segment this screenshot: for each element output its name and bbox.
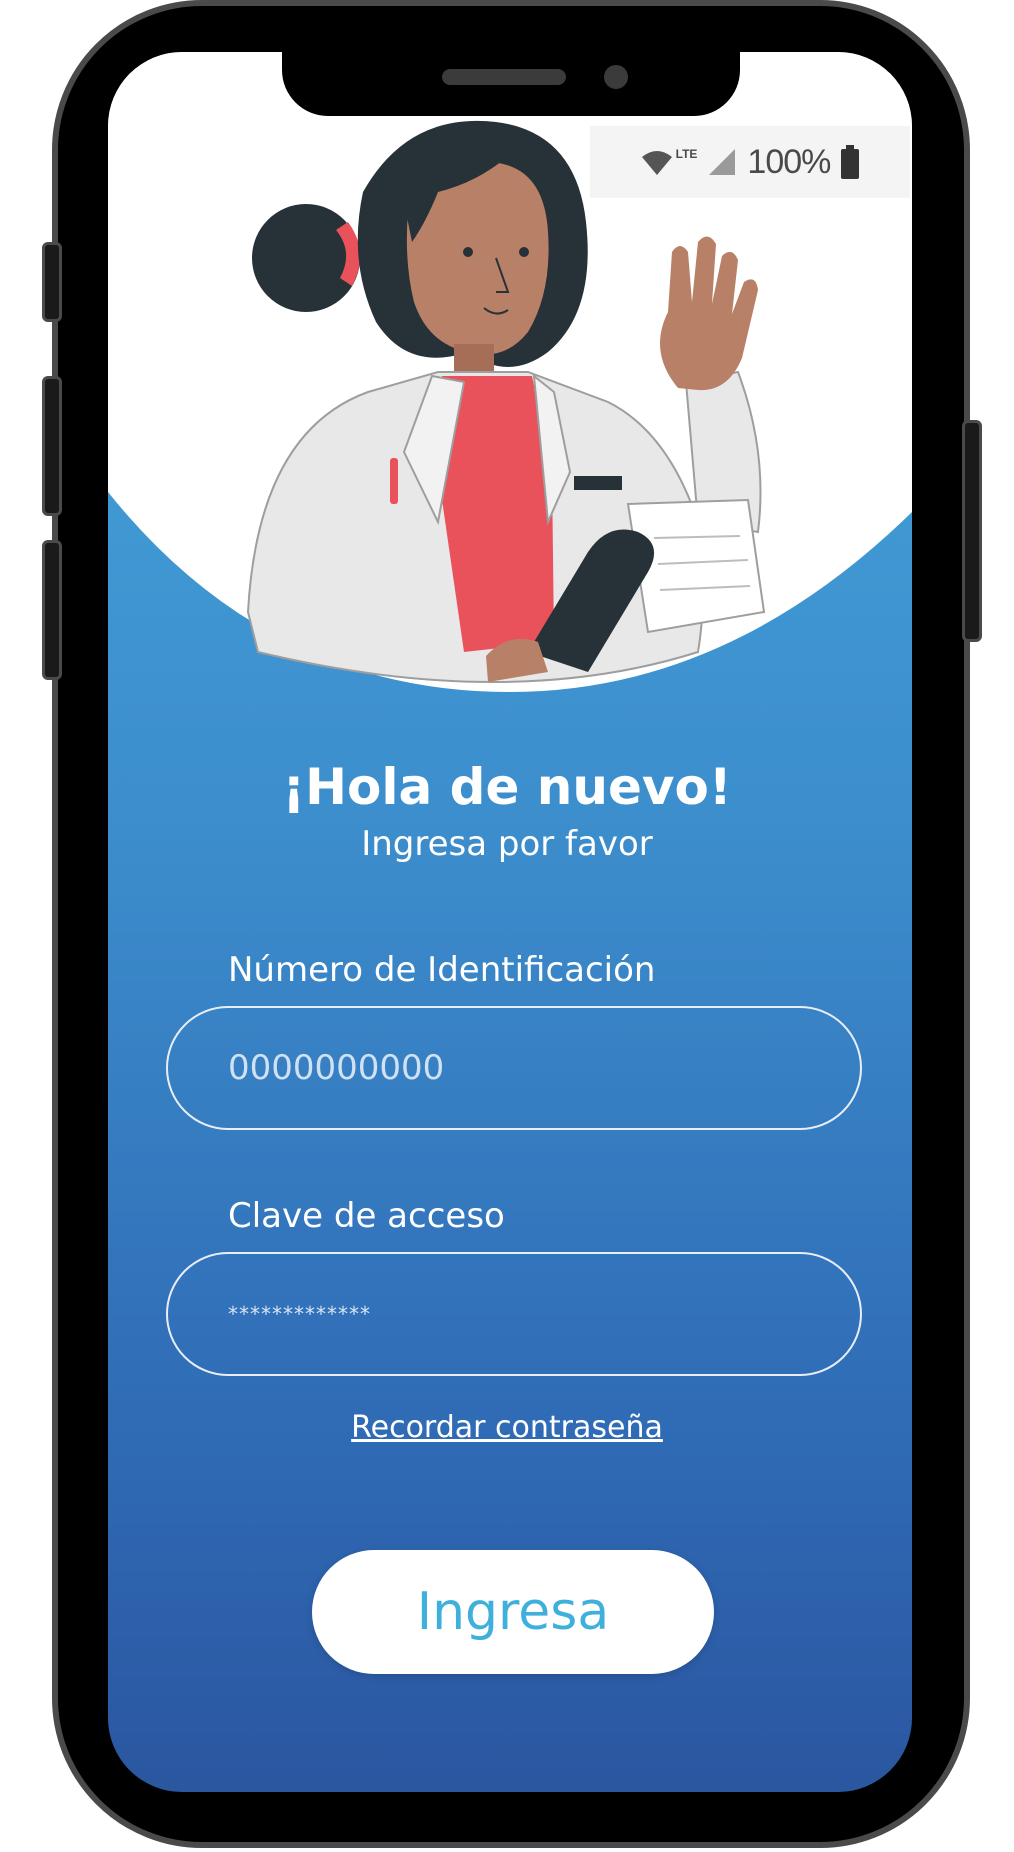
badge [574, 476, 622, 490]
remember-password-link[interactable]: Recordar contraseña [0, 1410, 1014, 1445]
id-field-label: Número de Identificación [228, 950, 656, 990]
welcome-title: ¡Hola de nuevo! [282, 758, 732, 816]
speaker-grille [442, 69, 566, 85]
login-button-label: Ingresa [416, 1582, 610, 1642]
power-button [962, 420, 982, 642]
mute-switch [42, 242, 62, 322]
volume-up-button [42, 376, 62, 516]
id-number-input[interactable]: 0000000000 [166, 1006, 862, 1130]
wifi-icon [641, 151, 672, 175]
signal-icon [709, 149, 736, 175]
password-masked-value: ************* [228, 1302, 371, 1326]
hair-bun [252, 204, 360, 312]
eye-right [519, 247, 529, 257]
pen [390, 458, 398, 504]
welcome-subtitle: Ingresa por favor [361, 824, 653, 864]
password-field-label: Clave de acceso [228, 1196, 505, 1236]
login-button[interactable]: Ingresa [312, 1550, 714, 1674]
app-screen [108, 52, 912, 1792]
volume-down-button [42, 540, 62, 680]
status-bar: LTE 100% [590, 126, 910, 198]
phone-notch [282, 52, 740, 116]
front-camera [604, 65, 628, 89]
eye-left [463, 247, 473, 257]
password-input[interactable]: ************* [166, 1252, 862, 1376]
battery-icon [841, 145, 860, 179]
id-number-value: 0000000000 [228, 1048, 445, 1088]
battery-percentage: 100% [747, 142, 831, 181]
network-type-label: LTE [675, 147, 698, 161]
